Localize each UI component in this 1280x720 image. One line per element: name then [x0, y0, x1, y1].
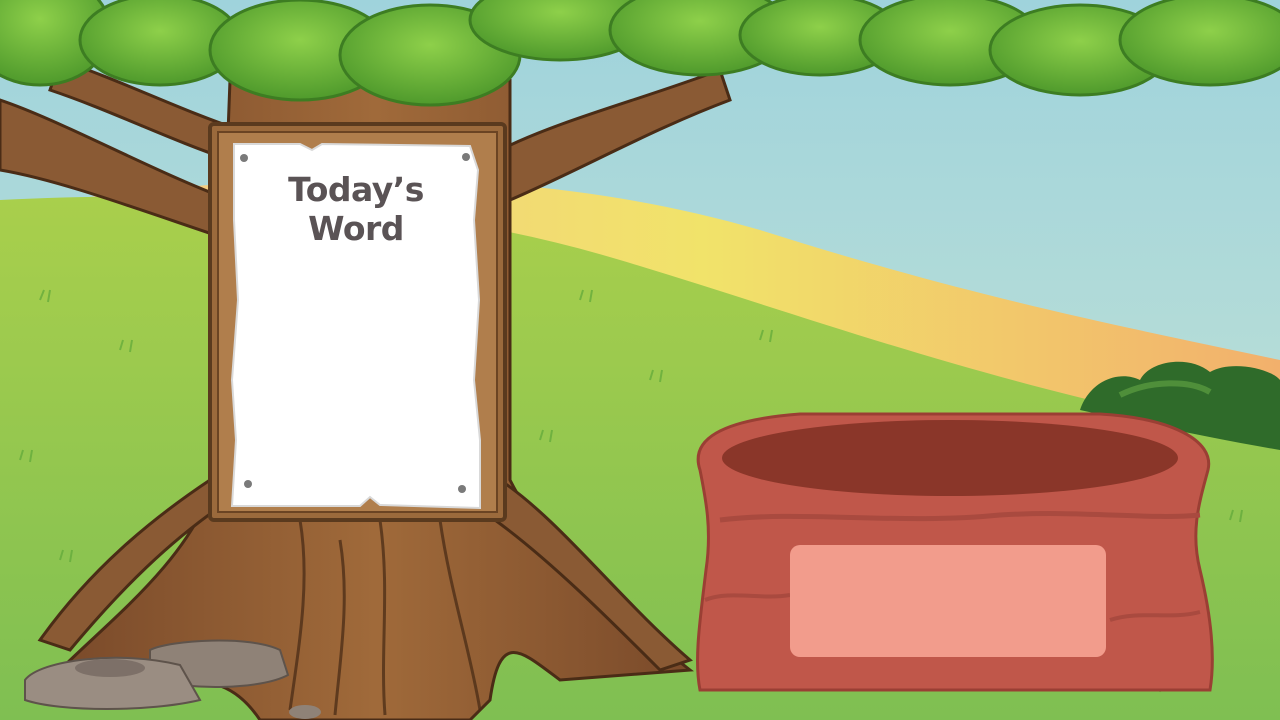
board-title: Today’s Word [288, 170, 424, 248]
nail-icon [462, 153, 470, 161]
nail-icon [244, 480, 252, 488]
nail-icon [458, 485, 466, 493]
sack-label-area[interactable] [790, 545, 1106, 657]
nail-icon [240, 154, 248, 162]
sack-opening [722, 420, 1178, 496]
